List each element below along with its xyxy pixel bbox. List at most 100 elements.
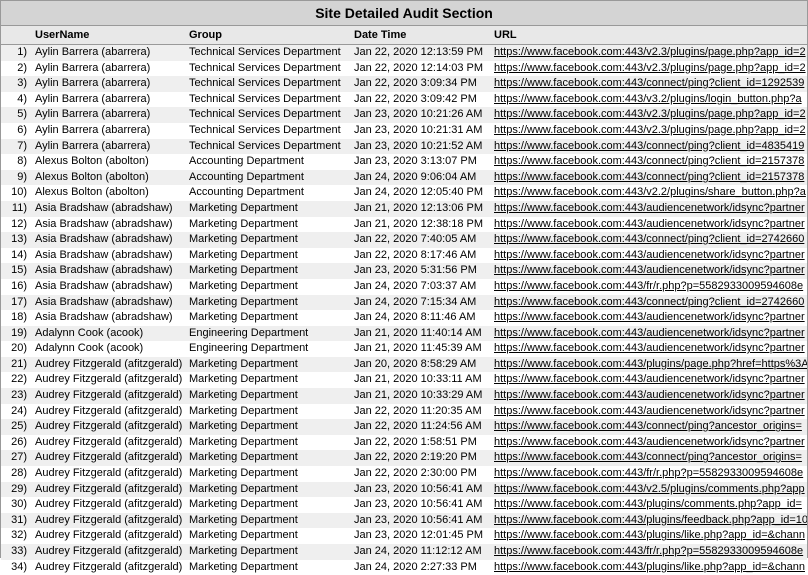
cell-rownum: 11)	[1, 201, 31, 217]
table-row[interactable]: 10)Alexus Bolton (abolton)Accounting Dep…	[1, 185, 807, 201]
cell-rownum: 21)	[1, 357, 31, 373]
cell-url-link[interactable]: https://www.facebook.com:443/audiencenet…	[494, 435, 807, 451]
table-row[interactable]: 21)Audrey Fitzgerald (afitzgerald)Market…	[1, 357, 807, 373]
cell-username: Audrey Fitzgerald (afitzgerald)	[31, 560, 189, 575]
cell-url-link[interactable]: https://www.facebook.com:443/audiencenet…	[494, 388, 807, 404]
cell-rownum: 19)	[1, 326, 31, 342]
table-row[interactable]: 33)Audrey Fitzgerald (afitzgerald)Market…	[1, 544, 807, 560]
cell-rownum: 14)	[1, 248, 31, 264]
cell-username: Audrey Fitzgerald (afitzgerald)	[31, 419, 189, 435]
cell-url-link[interactable]: https://www.facebook.com:443/audiencenet…	[494, 217, 807, 233]
cell-url-link[interactable]: https://www.facebook.com:443/audiencenet…	[494, 248, 807, 264]
table-row[interactable]: 25)Audrey Fitzgerald (afitzgerald)Market…	[1, 419, 807, 435]
cell-url-link[interactable]: https://www.facebook.com:443/connect/pin…	[494, 295, 807, 311]
table-row[interactable]: 15)Asia Bradshaw (abradshaw)Marketing De…	[1, 263, 807, 279]
cell-url-link[interactable]: https://www.facebook.com:443/audiencenet…	[494, 263, 807, 279]
cell-url-link[interactable]: https://www.facebook.com:443/audiencenet…	[494, 201, 807, 217]
cell-url-link[interactable]: https://www.facebook.com:443/v2.3/plugin…	[494, 107, 807, 123]
col-datetime[interactable]: Date Time	[354, 29, 494, 41]
table-row[interactable]: 27)Audrey Fitzgerald (afitzgerald)Market…	[1, 450, 807, 466]
cell-datetime: Jan 22, 2020 1:58:51 PM	[354, 435, 494, 451]
cell-url-link[interactable]: https://www.facebook.com:443/plugins/fee…	[494, 513, 807, 529]
cell-url-link[interactable]: https://www.facebook.com:443/v2.3/plugin…	[494, 123, 807, 139]
cell-url-link[interactable]: https://www.facebook.com:443/fr/r.php?p=…	[494, 544, 807, 560]
cell-url-link[interactable]: https://www.facebook.com:443/v2.5/plugin…	[494, 482, 807, 498]
table-row[interactable]: 11)Asia Bradshaw (abradshaw)Marketing De…	[1, 201, 807, 217]
cell-datetime: Jan 22, 2020 8:17:46 AM	[354, 248, 494, 264]
table-row[interactable]: 18)Asia Bradshaw (abradshaw)Marketing De…	[1, 310, 807, 326]
cell-url-link[interactable]: https://www.facebook.com:443/fr/r.php?p=…	[494, 466, 807, 482]
table-row[interactable]: 13)Asia Bradshaw (abradshaw)Marketing De…	[1, 232, 807, 248]
table-row[interactable]: 6)Aylin Barrera (abarrera)Technical Serv…	[1, 123, 807, 139]
table-row[interactable]: 32)Audrey Fitzgerald (afitzgerald)Market…	[1, 528, 807, 544]
cell-url-link[interactable]: https://www.facebook.com:443/audiencenet…	[494, 404, 807, 420]
cell-datetime: Jan 24, 2020 11:12:12 AM	[354, 544, 494, 560]
cell-url-link[interactable]: https://www.facebook.com:443/audiencenet…	[494, 341, 807, 357]
cell-url-link[interactable]: https://www.facebook.com:443/v2.2/plugin…	[494, 185, 807, 201]
cell-rownum: 2)	[1, 61, 31, 77]
table-row[interactable]: 28)Audrey Fitzgerald (afitzgerald)Market…	[1, 466, 807, 482]
cell-rownum: 32)	[1, 528, 31, 544]
col-rownum	[1, 29, 31, 41]
table-row[interactable]: 3)Aylin Barrera (abarrera)Technical Serv…	[1, 76, 807, 92]
table-row[interactable]: 34)Audrey Fitzgerald (afitzgerald)Market…	[1, 560, 807, 575]
table-row[interactable]: 23)Audrey Fitzgerald (afitzgerald)Market…	[1, 388, 807, 404]
table-row[interactable]: 4)Aylin Barrera (abarrera)Technical Serv…	[1, 92, 807, 108]
cell-url-link[interactable]: https://www.facebook.com:443/connect/pin…	[494, 76, 807, 92]
cell-group: Marketing Department	[189, 232, 354, 248]
table-row[interactable]: 2)Aylin Barrera (abarrera)Technical Serv…	[1, 61, 807, 77]
cell-rownum: 12)	[1, 217, 31, 233]
table-row[interactable]: 19)Adalynn Cook (acook)Engineering Depar…	[1, 326, 807, 342]
table-row[interactable]: 9)Alexus Bolton (abolton)Accounting Depa…	[1, 170, 807, 186]
cell-url-link[interactable]: https://www.facebook.com:443/plugins/com…	[494, 497, 807, 513]
table-row[interactable]: 5)Aylin Barrera (abarrera)Technical Serv…	[1, 107, 807, 123]
table-row[interactable]: 30)Audrey Fitzgerald (afitzgerald)Market…	[1, 497, 807, 513]
cell-username: Asia Bradshaw (abradshaw)	[31, 279, 189, 295]
cell-datetime: Jan 23, 2020 10:56:41 AM	[354, 513, 494, 529]
cell-url-link[interactable]: https://www.facebook.com:443/v2.3/plugin…	[494, 61, 807, 77]
cell-datetime: Jan 21, 2020 10:33:11 AM	[354, 372, 494, 388]
cell-url-link[interactable]: https://www.facebook.com:443/connect/pin…	[494, 139, 807, 155]
table-row[interactable]: 1)Aylin Barrera (abarrera)Technical Serv…	[1, 45, 807, 61]
cell-url-link[interactable]: https://www.facebook.com:443/audiencenet…	[494, 326, 807, 342]
table-row[interactable]: 16)Asia Bradshaw (abradshaw)Marketing De…	[1, 279, 807, 295]
table-row[interactable]: 17)Asia Bradshaw (abradshaw)Marketing De…	[1, 295, 807, 311]
cell-username: Audrey Fitzgerald (afitzgerald)	[31, 372, 189, 388]
cell-url-link[interactable]: https://www.facebook.com:443/audiencenet…	[494, 310, 807, 326]
cell-url-link[interactable]: https://www.facebook.com:443/connect/pin…	[494, 419, 807, 435]
cell-datetime: Jan 23, 2020 10:21:31 AM	[354, 123, 494, 139]
table-row[interactable]: 8)Alexus Bolton (abolton)Accounting Depa…	[1, 154, 807, 170]
table-row[interactable]: 20)Adalynn Cook (acook)Engineering Depar…	[1, 341, 807, 357]
table-row[interactable]: 31)Audrey Fitzgerald (afitzgerald)Market…	[1, 513, 807, 529]
table-header: UserName Group Date Time URL	[1, 26, 807, 45]
cell-url-link[interactable]: https://www.facebook.com:443/connect/pin…	[494, 170, 807, 186]
cell-url-link[interactable]: https://www.facebook.com:443/connect/pin…	[494, 232, 807, 248]
cell-url-link[interactable]: https://www.facebook.com:443/plugins/lik…	[494, 528, 807, 544]
cell-username: Asia Bradshaw (abradshaw)	[31, 248, 189, 264]
col-group[interactable]: Group	[189, 29, 354, 41]
table-row[interactable]: 22)Audrey Fitzgerald (afitzgerald)Market…	[1, 372, 807, 388]
cell-url-link[interactable]: https://www.facebook.com:443/connect/pin…	[494, 154, 807, 170]
table-row[interactable]: 26)Audrey Fitzgerald (afitzgerald)Market…	[1, 435, 807, 451]
cell-rownum: 4)	[1, 92, 31, 108]
table-row[interactable]: 7)Aylin Barrera (abarrera)Technical Serv…	[1, 139, 807, 155]
cell-username: Audrey Fitzgerald (afitzgerald)	[31, 388, 189, 404]
cell-url-link[interactable]: https://www.facebook.com:443/fr/r.php?p=…	[494, 279, 807, 295]
cell-url-link[interactable]: https://www.facebook.com:443/connect/pin…	[494, 450, 807, 466]
col-username[interactable]: UserName	[31, 29, 189, 41]
table-row[interactable]: 24)Audrey Fitzgerald (afitzgerald)Market…	[1, 404, 807, 420]
cell-datetime: Jan 21, 2020 11:45:39 AM	[354, 341, 494, 357]
cell-datetime: Jan 22, 2020 11:24:56 AM	[354, 419, 494, 435]
cell-rownum: 16)	[1, 279, 31, 295]
cell-url-link[interactable]: https://www.facebook.com:443/v2.3/plugin…	[494, 45, 807, 61]
table-row[interactable]: 29)Audrey Fitzgerald (afitzgerald)Market…	[1, 482, 807, 498]
table-row[interactable]: 14)Asia Bradshaw (abradshaw)Marketing De…	[1, 248, 807, 264]
cell-url-link[interactable]: https://www.facebook.com:443/audiencenet…	[494, 372, 807, 388]
cell-url-link[interactable]: https://www.facebook.com:443/v3.2/plugin…	[494, 92, 807, 108]
cell-url-link[interactable]: https://www.facebook.com:443/plugins/pag…	[494, 357, 807, 373]
cell-rownum: 29)	[1, 482, 31, 498]
cell-url-link[interactable]: https://www.facebook.com:443/plugins/lik…	[494, 560, 807, 575]
table-row[interactable]: 12)Asia Bradshaw (abradshaw)Marketing De…	[1, 217, 807, 233]
cell-username: Aylin Barrera (abarrera)	[31, 61, 189, 77]
col-url[interactable]: URL	[494, 29, 807, 41]
